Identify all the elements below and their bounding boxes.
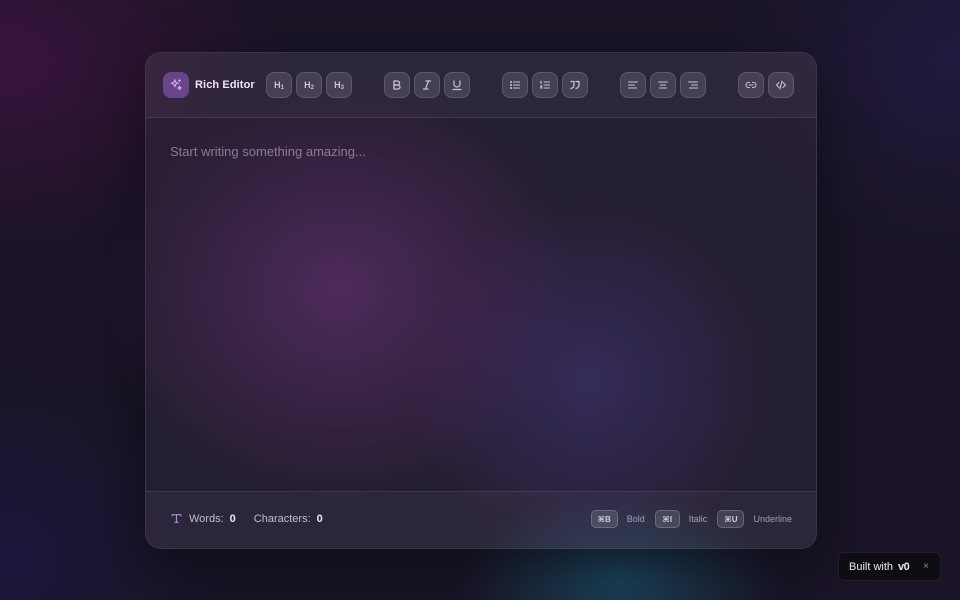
align-right-icon <box>687 81 699 89</box>
bullet-list-icon <box>509 80 521 90</box>
italic-icon <box>422 80 432 90</box>
editor-title: Rich Editor <box>195 79 255 91</box>
heading-1-level: 1 <box>280 84 284 91</box>
close-icon[interactable]: × <box>923 561 929 572</box>
code-button[interactable] <box>768 72 794 98</box>
align-center-icon <box>657 81 669 89</box>
italic-button[interactable] <box>414 72 440 98</box>
heading-2-level: 2 <box>310 84 314 91</box>
editor-text-area[interactable] <box>170 144 792 159</box>
align-right-button[interactable] <box>680 72 706 98</box>
v0-logo: v0 <box>898 560 910 573</box>
bold-shortcut-key: ⌘B <box>590 510 618 528</box>
built-with-text: Built with <box>849 560 894 573</box>
ordered-list-button[interactable] <box>532 72 558 98</box>
sparkles-icon <box>163 72 189 98</box>
characters-count: 0 <box>316 512 323 525</box>
align-left-button[interactable] <box>620 72 646 98</box>
underline-button[interactable] <box>444 72 470 98</box>
editor-content[interactable] <box>170 143 792 161</box>
quote-button[interactable] <box>562 72 588 98</box>
brand: Rich Editor <box>163 72 255 98</box>
status-bar: Words: 0 Characters: 0 ⌘B Bold ⌘I Italic… <box>146 491 816 548</box>
ordered-list-icon <box>539 80 551 89</box>
link-icon <box>745 81 757 89</box>
underline-shortcut-label: Underline <box>753 514 792 524</box>
align-left-icon <box>627 81 639 89</box>
stats: Words: 0 Characters: 0 <box>170 512 323 525</box>
built-with-badge[interactable]: Built with v0 × <box>838 552 941 581</box>
underline-shortcut-key: ⌘U <box>717 510 745 528</box>
heading-2-button[interactable]: H2 <box>296 72 322 98</box>
bold-icon <box>393 80 401 90</box>
shortcut-hints: ⌘B Bold ⌘I Italic ⌘U Underline <box>590 510 792 528</box>
heading-3-button[interactable]: H3 <box>326 72 352 98</box>
align-center-button[interactable] <box>650 72 676 98</box>
link-button[interactable] <box>738 72 764 98</box>
italic-shortcut-label: Italic <box>688 514 708 524</box>
heading-3-level: 3 <box>340 84 344 91</box>
underline-icon <box>452 80 462 91</box>
words-label: Words: <box>189 512 224 525</box>
editor-card: Rich Editor H1 H2 H3 Start writing somet… <box>145 52 817 549</box>
words-count: 0 <box>229 512 236 525</box>
text-type-icon <box>171 514 182 523</box>
bold-button[interactable] <box>384 72 410 98</box>
toolbar: Rich Editor H1 H2 H3 <box>146 53 816 118</box>
bullet-list-button[interactable] <box>502 72 528 98</box>
bold-shortcut-label: Bold <box>626 514 645 524</box>
quote-icon <box>570 80 580 90</box>
heading-1-button[interactable]: H1 <box>266 72 292 98</box>
characters-label: Characters: <box>253 512 311 525</box>
code-icon <box>775 80 787 90</box>
italic-shortcut-key: ⌘I <box>654 510 680 528</box>
